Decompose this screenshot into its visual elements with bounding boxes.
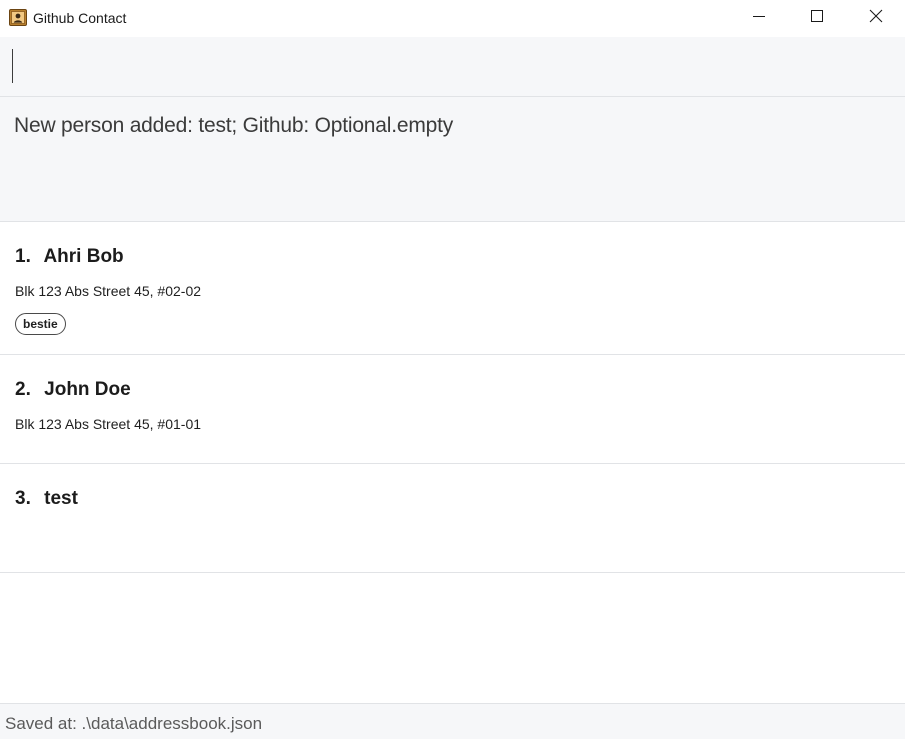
contact-book-icon — [9, 9, 27, 26]
person-card[interactable]: 1. Ahri Bob Blk 123 Abs Street 45, #02-0… — [0, 222, 905, 355]
status-bar: Saved at: .\data\addressbook.json — [0, 703, 905, 739]
person-header: 3. test — [15, 488, 78, 510]
person-index: 1. — [15, 246, 31, 267]
maximize-button[interactable] — [788, 0, 846, 37]
close-icon — [869, 9, 883, 28]
minimize-icon — [752, 9, 766, 28]
person-card[interactable]: 2. John Doe Blk 123 Abs Street 45, #01-0… — [0, 355, 905, 464]
person-name: John Doe — [44, 379, 131, 400]
person-name: Ahri Bob — [43, 246, 124, 267]
maximize-icon — [810, 9, 824, 28]
result-message: New person added: test; Github: Optional… — [14, 114, 454, 137]
close-button[interactable] — [847, 0, 905, 37]
minimize-button[interactable] — [730, 0, 788, 37]
app-window: Github Contact New person added: test; G… — [0, 0, 905, 739]
result-display: New person added: test; Github: Optional… — [0, 97, 905, 222]
person-address: Blk 123 Abs Street 45, #01-01 — [15, 416, 202, 432]
window-title: Github Contact — [33, 10, 127, 26]
command-input[interactable] — [8, 43, 896, 89]
person-index: 2. — [15, 379, 31, 400]
save-location: Saved at: .\data\addressbook.json — [5, 714, 263, 733]
person-index: 3. — [15, 488, 31, 509]
person-address: Blk 123 Abs Street 45, #02-02 — [15, 283, 202, 299]
person-header: 2. John Doe — [15, 379, 131, 401]
text-cursor — [12, 49, 13, 83]
person-tag: bestie — [15, 313, 66, 335]
title-bar: Github Contact — [0, 0, 905, 37]
person-name: test — [44, 488, 78, 509]
person-list[interactable]: 1. Ahri Bob Blk 123 Abs Street 45, #02-0… — [0, 222, 905, 703]
command-box — [0, 37, 905, 97]
person-header: 1. Ahri Bob — [15, 246, 124, 268]
person-card[interactable]: 3. test — [0, 464, 905, 573]
